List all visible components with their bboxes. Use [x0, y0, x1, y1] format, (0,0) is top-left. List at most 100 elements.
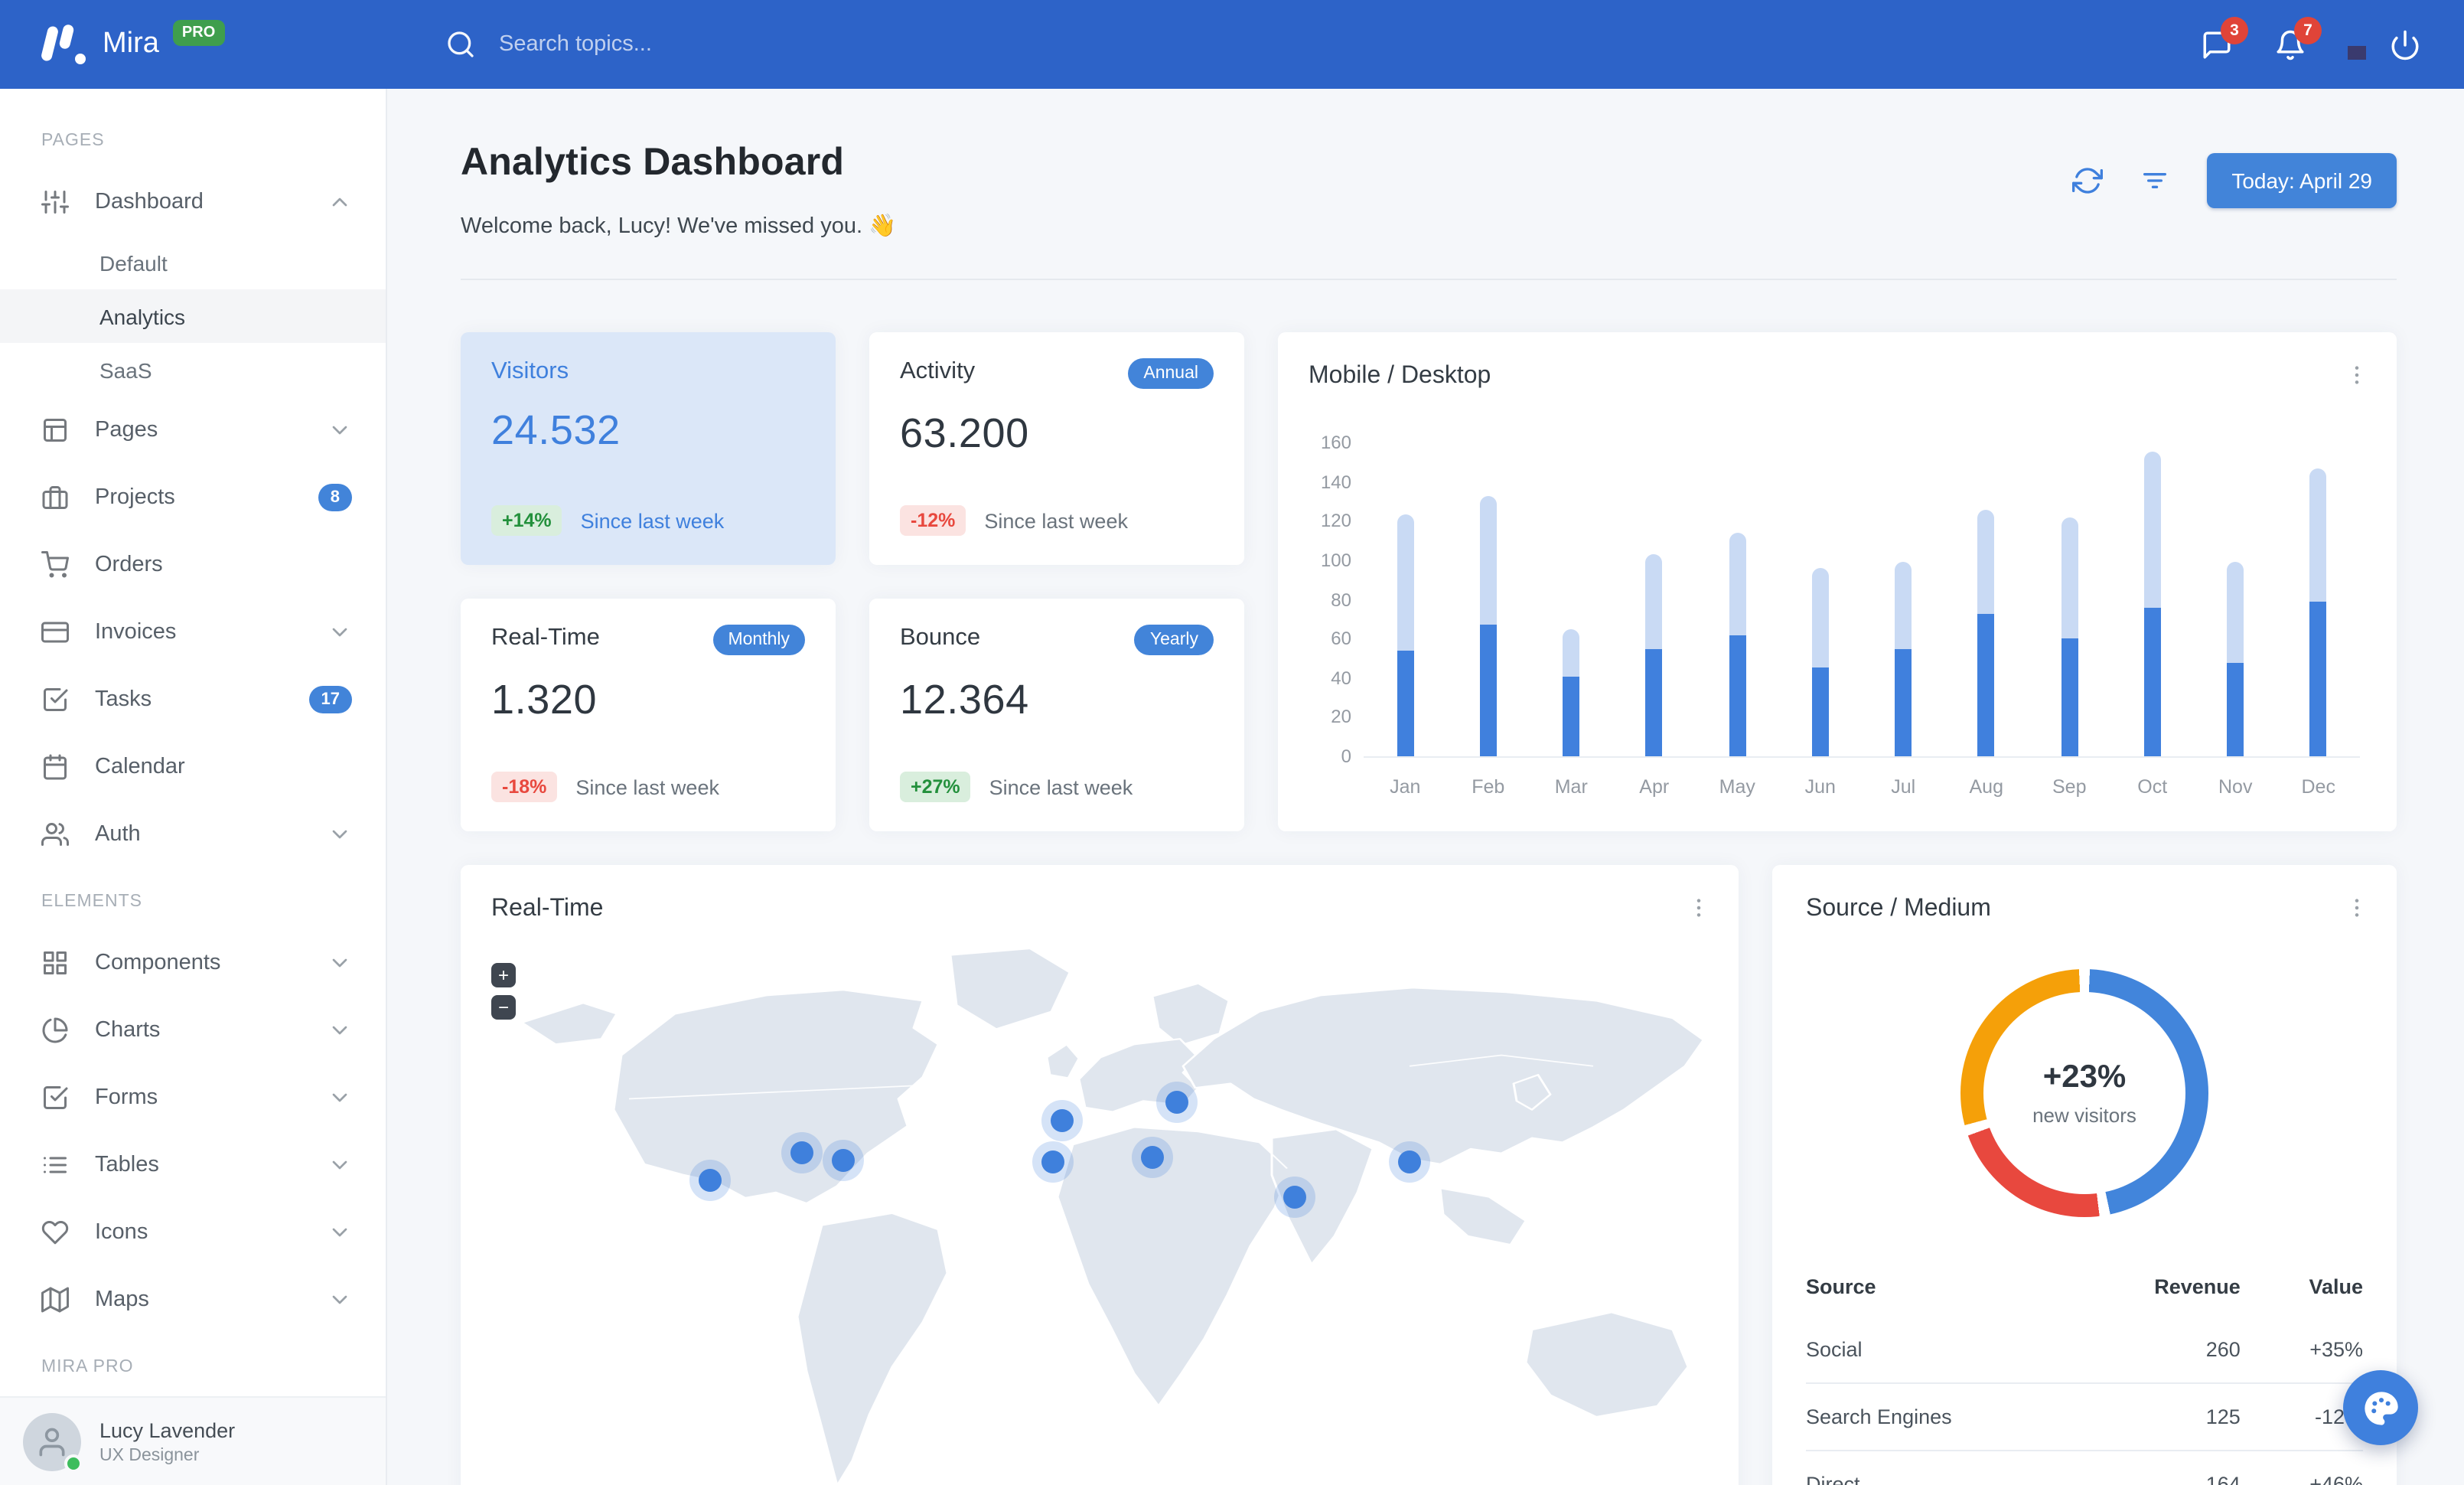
- bar-column-sep[interactable]: [2028, 442, 2111, 756]
- refresh-button[interactable]: [2072, 165, 2104, 196]
- sidebar-item-dashboard[interactable]: Dashboard: [0, 168, 386, 236]
- map-marker[interactable]: [1051, 1109, 1074, 1132]
- chevron-down-icon: [332, 830, 347, 839]
- online-status-dot: [64, 1454, 83, 1472]
- sidebar-item-label: Calendar: [95, 755, 185, 779]
- check-square-icon: [44, 688, 68, 711]
- map-zoom-out-button[interactable]: −: [491, 995, 516, 1020]
- sidebar-subitem-saas[interactable]: SaaS: [0, 343, 386, 397]
- source-donut-chart[interactable]: +23% new visitors: [1960, 969, 2208, 1217]
- stat-card-note: Since last week: [575, 775, 719, 798]
- bar-column-mar[interactable]: [1530, 442, 1613, 756]
- mobile-segment: [1895, 648, 1912, 756]
- search-input[interactable]: [496, 31, 992, 58]
- map-marker[interactable]: [1041, 1150, 1064, 1173]
- map-marker[interactable]: [790, 1141, 813, 1164]
- period-pill[interactable]: Annual: [1128, 358, 1214, 389]
- messages-button[interactable]: 3: [2201, 16, 2248, 60]
- today-date-button[interactable]: Today: April 29: [2207, 153, 2397, 208]
- chevron-down-icon: [332, 1295, 347, 1304]
- brand[interactable]: Mira PRO: [0, 20, 387, 66]
- bar-column-nov[interactable]: [2194, 442, 2277, 756]
- stacked-bar: [1729, 533, 1746, 756]
- map-marker[interactable]: [832, 1149, 855, 1172]
- donut-center-value: +23%: [2042, 1059, 2127, 1095]
- sidebar-item-invoices[interactable]: Invoices: [0, 599, 386, 666]
- sidebar-item-projects[interactable]: Projects 8: [0, 464, 386, 531]
- filter-button[interactable]: [2140, 165, 2170, 196]
- bar-column-jun[interactable]: [1779, 442, 1863, 756]
- sidebar-item-pages[interactable]: Pages: [0, 397, 386, 464]
- sidebar-item-label: Forms: [95, 1085, 158, 1110]
- desktop-segment: [1563, 628, 1580, 676]
- period-pill[interactable]: Monthly: [712, 625, 805, 655]
- stacked-bar: [1479, 495, 1497, 756]
- sidebar-item-calendar[interactable]: Calendar: [0, 733, 386, 801]
- bar-column-may[interactable]: [1696, 442, 1779, 756]
- sidebar-item-icons[interactable]: Icons: [0, 1199, 386, 1266]
- bar-column-aug[interactable]: [1945, 442, 2029, 756]
- chart-menu-button[interactable]: [2339, 357, 2375, 393]
- sidebar-item-orders[interactable]: Orders: [0, 531, 386, 599]
- map-marker[interactable]: [1141, 1146, 1164, 1169]
- bar-column-jul[interactable]: [1862, 442, 1945, 756]
- sidebar-item-forms[interactable]: Forms: [0, 1064, 386, 1131]
- map-marker[interactable]: [1165, 1091, 1188, 1114]
- y-tick-label: 0: [1341, 746, 1351, 767]
- map-menu-button[interactable]: [1680, 889, 1717, 926]
- sidebar-subitem-analytics[interactable]: Analytics: [0, 289, 386, 343]
- sidebar-item-label: Icons: [95, 1220, 148, 1245]
- map-zoom-in-button[interactable]: +: [491, 963, 516, 987]
- sidebar-subitem-default[interactable]: Default: [0, 236, 386, 289]
- notifications-button[interactable]: 7: [2274, 16, 2322, 60]
- grid-icon: [44, 951, 67, 974]
- mobile-desktop-panel: Mobile / Desktop 0 20 40 60 80 100 120 140 160 J…: [1278, 332, 2397, 831]
- power-icon: [2391, 29, 2419, 60]
- map-marker[interactable]: [1283, 1186, 1306, 1209]
- stacked-bar: [1563, 628, 1580, 756]
- period-pill[interactable]: Yearly: [1134, 625, 1214, 655]
- messages-count-badge: 3: [2221, 16, 2248, 44]
- y-tick-label: 100: [1320, 549, 1351, 571]
- mobile-segment: [1563, 676, 1580, 756]
- map-marker[interactable]: [699, 1169, 722, 1192]
- source-medium-panel: Source / Medium +23% new visitors Source…: [1772, 865, 2397, 1485]
- search-bar[interactable]: [445, 29, 2201, 60]
- bar-column-jan[interactable]: [1364, 442, 1447, 756]
- stat-card-value: 63.200: [900, 410, 1029, 456]
- sidebar-item-auth[interactable]: Auth: [0, 801, 386, 868]
- sidebar-item-charts[interactable]: Charts: [0, 997, 386, 1064]
- bar-column-dec[interactable]: [2277, 442, 2361, 756]
- bar-column-oct[interactable]: [2111, 442, 2195, 756]
- palette-icon: [2364, 1391, 2397, 1425]
- source-medium-title: Source / Medium: [1806, 896, 1991, 922]
- bar-column-feb[interactable]: [1447, 442, 1530, 756]
- sidebar-item-tasks[interactable]: Tasks 17: [0, 666, 386, 733]
- theme-settings-fab[interactable]: [2343, 1370, 2418, 1445]
- delta-badge: +14%: [491, 505, 562, 536]
- navbar-actions: 3 7: [2201, 16, 2464, 60]
- stat-card-note: Since last week: [989, 775, 1133, 798]
- x-tick-label: Oct: [2137, 776, 2168, 798]
- col-source: Source: [1806, 1275, 1876, 1298]
- chevron-down-icon: [332, 1160, 347, 1170]
- chevron-down-icon: [332, 426, 347, 435]
- sidebar-item-label: Tables: [95, 1153, 159, 1177]
- sidebar-user-card[interactable]: Lucy Lavender UX Designer: [0, 1396, 386, 1485]
- sidebar-item-components[interactable]: Components: [0, 929, 386, 997]
- bar-column-apr[interactable]: [1613, 442, 1696, 756]
- sign-out-button[interactable]: [2389, 28, 2421, 60]
- x-tick-label: May: [1719, 776, 1755, 798]
- source-menu-button[interactable]: [2339, 889, 2375, 926]
- brand-name: Mira: [103, 28, 159, 60]
- map-marker[interactable]: [1398, 1150, 1421, 1173]
- pie-chart-icon: [42, 1017, 68, 1043]
- world-map[interactable]: + −: [461, 935, 1739, 1485]
- sidebar-item-tables[interactable]: Tables: [0, 1131, 386, 1199]
- map-icon: [41, 1287, 69, 1313]
- sidebar-section-label: MIRA PRO: [41, 1358, 134, 1376]
- briefcase-icon: [42, 486, 68, 509]
- sidebar: PAGES Dashboard Default Analytics SaaS Pages P…: [0, 89, 387, 1485]
- sidebar-item-label: Components: [95, 951, 221, 975]
- sidebar-item-maps[interactable]: Maps: [0, 1266, 386, 1333]
